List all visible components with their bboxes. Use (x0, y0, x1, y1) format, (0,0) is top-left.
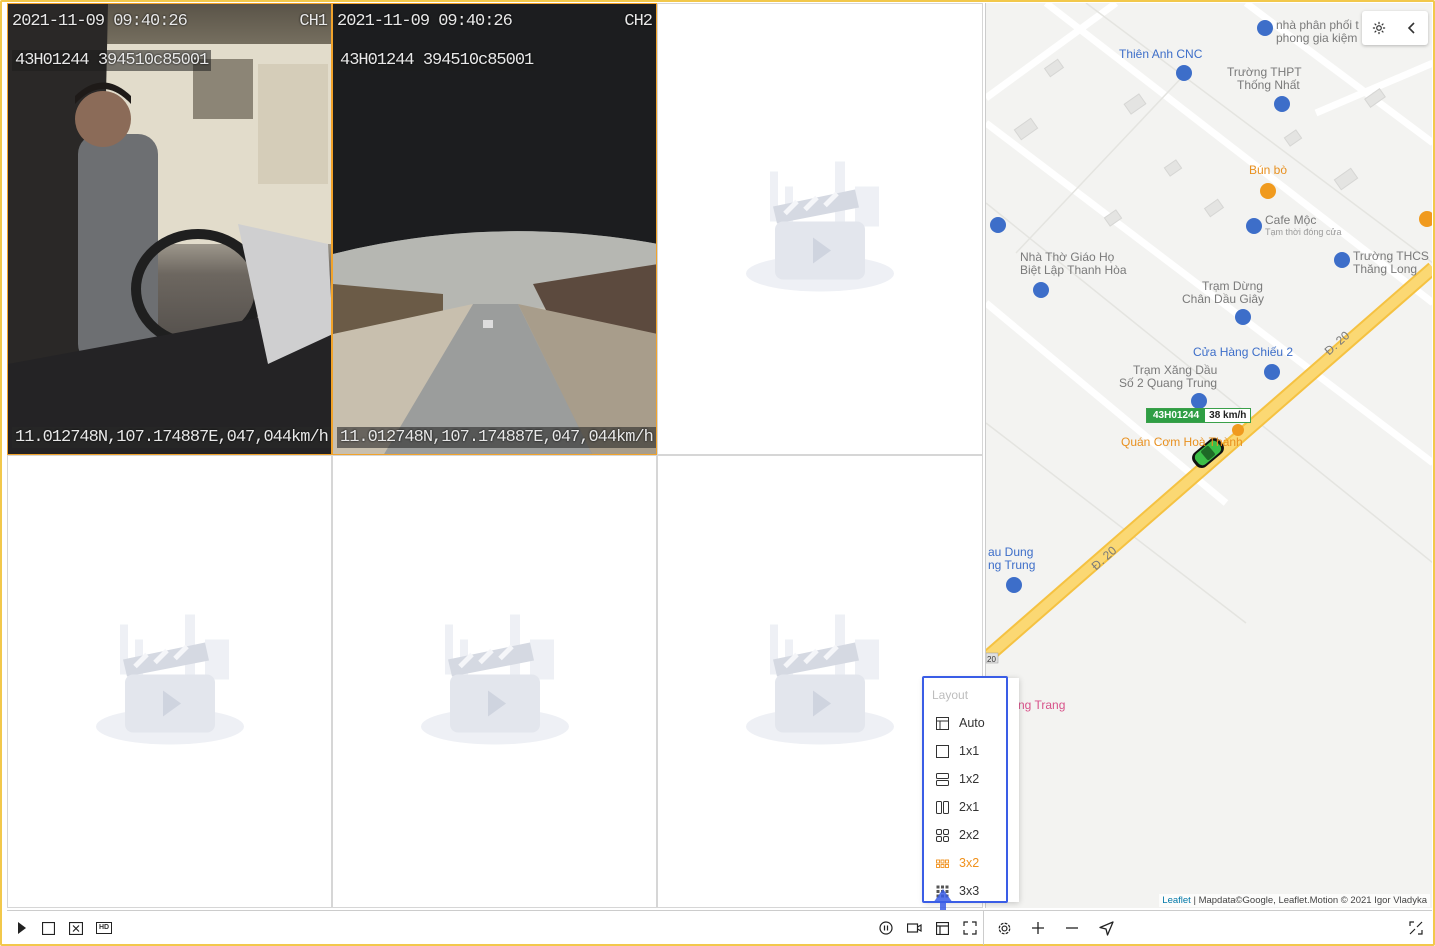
hd-icon[interactable]: HD (94, 919, 114, 937)
cam2-device-id: 43H01244 394510c85001 (337, 50, 537, 71)
info-icon[interactable] (876, 919, 896, 937)
record-icon[interactable] (904, 919, 924, 937)
layout-icon[interactable] (932, 919, 952, 937)
map-poi-label: Biệt Lập Thanh Hòa (1020, 263, 1127, 277)
map-poi-label: Chân Dầu Giây (1182, 292, 1265, 306)
map-poi-label: Thăng Long (1353, 262, 1418, 276)
no-video-placeholder-icon (746, 614, 894, 744)
chevron-left-icon[interactable] (1395, 11, 1428, 45)
road-view-video (333, 4, 656, 454)
bottom-toolbar: HD (7, 910, 1432, 945)
video-cell-empty-4[interactable] (7, 455, 332, 908)
map-poi-label: Bún bò (1249, 163, 1288, 177)
map-attribution: Leaflet | Mapdata©Google, Leaflet.Motion… (1159, 894, 1430, 907)
cam2-gps: 11.012748N,107.174887E,047,044km/h (337, 427, 656, 448)
cam1-device-id: 43H01244 394510c85001 (12, 50, 212, 71)
video-cell-empty-5[interactable] (332, 455, 657, 908)
locate-icon[interactable] (1096, 919, 1116, 937)
gear-icon[interactable] (994, 919, 1014, 937)
video-cell-ch2[interactable]: 2021-11-09 09:40:26 CH2 43H01244 394510c… (332, 3, 657, 455)
no-video-placeholder-icon (746, 161, 894, 292)
zoom-in-icon[interactable] (1028, 919, 1048, 937)
map-poi-label: Số 2 Quang Trung (1119, 376, 1218, 390)
map-poi-label: Cửa Hàng Chiếu 2 (1193, 345, 1294, 359)
expand-icon[interactable] (1406, 919, 1426, 937)
map-poi-label: ng Trang (1018, 698, 1066, 712)
map-tiles (986, 3, 1432, 664)
cam2-timestamp: 2021-11-09 09:40:26 (337, 12, 513, 31)
attribution-text: | Mapdata©Google, Leaflet.Motion © 2021 … (1190, 895, 1427, 906)
cam1-channel: CH1 (299, 12, 328, 31)
map-poi-label: Thiên Anh CNC (1119, 47, 1203, 61)
cam2-channel: CH2 (624, 12, 653, 31)
leaflet-link[interactable]: Leaflet (1162, 895, 1191, 906)
map-poi-label: Quán Cơm Hoà Thành (1121, 435, 1243, 449)
map-poi-label: phong gia kiệm (1276, 31, 1358, 45)
map-control-box (1362, 11, 1428, 45)
gear-icon[interactable] (1362, 11, 1395, 45)
map-poi-label: Thống Nhất (1237, 78, 1300, 92)
no-video-placeholder-icon (95, 614, 244, 744)
cam1-timestamp: 2021-11-09 09:40:26 (12, 12, 188, 31)
driver-cabin-video (8, 4, 331, 454)
toolbar-divider (983, 911, 984, 945)
hd-label: HD (95, 922, 113, 934)
vehicle-plate: 43H01244 (1147, 409, 1206, 422)
cam1-gps: 11.012748N,107.174887E,047,044km/h (12, 427, 331, 448)
zoom-out-icon[interactable] (1062, 919, 1082, 937)
map-panel[interactable]: nhà phân phối t phong gia kiệm Thiên Anh… (985, 3, 1432, 908)
map-poi-label: Tạm thời đóng cửa (1265, 227, 1342, 237)
video-cell-empty-3[interactable] (657, 3, 983, 455)
close-all-icon[interactable] (66, 919, 86, 937)
highlight-box-menu (922, 676, 1008, 903)
no-video-placeholder-icon (420, 614, 569, 744)
road-badge: 20 (987, 655, 996, 664)
play-icon[interactable] (12, 919, 32, 937)
stop-icon[interactable] (38, 919, 58, 937)
map-poi-label: ng Trung (988, 558, 1036, 572)
video-grid: 2021-11-09 09:40:26 CH1 43H01244 394510c… (7, 3, 983, 908)
vehicle-speed: 38 km/h (1205, 409, 1251, 422)
fullscreen-icon[interactable] (960, 919, 980, 937)
video-cell-ch1[interactable]: 2021-11-09 09:40:26 CH1 43H01244 394510c… (7, 3, 332, 455)
vehicle-label[interactable]: 43H01244 38 km/h (1146, 408, 1252, 423)
